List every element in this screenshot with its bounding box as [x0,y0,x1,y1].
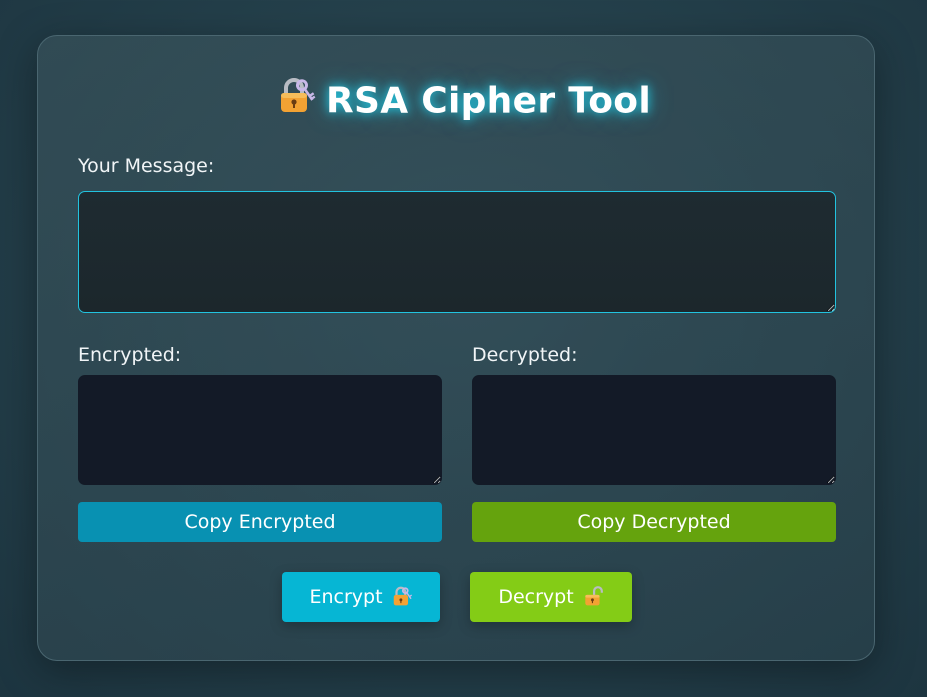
encrypted-label: Encrypted: [78,344,182,366]
encrypt-button[interactable]: Encrypt [282,572,440,622]
decrypted-label: Decrypted: [472,344,578,366]
message-input[interactable] [78,191,836,313]
decrypt-button[interactable]: Decrypt [470,572,632,622]
page-title-text: RSA Cipher Tool [326,80,651,122]
copy-encrypted-label: Copy Encrypted [184,511,336,533]
page-title: RSA Cipher Tool [0,78,927,127]
encrypted-output[interactable] [78,375,442,485]
locked-with-key-icon [391,585,413,612]
unlocked-icon [582,585,604,612]
decrypted-output[interactable] [472,375,836,485]
encrypt-label: Encrypt [309,586,383,608]
decrypt-label: Decrypt [498,586,574,608]
locked-with-key-icon [276,75,316,124]
copy-decrypted-label: Copy Decrypted [577,511,731,533]
copy-encrypted-button[interactable]: Copy Encrypted [78,502,442,542]
message-label: Your Message: [78,155,215,177]
copy-decrypted-button[interactable]: Copy Decrypted [472,502,836,542]
